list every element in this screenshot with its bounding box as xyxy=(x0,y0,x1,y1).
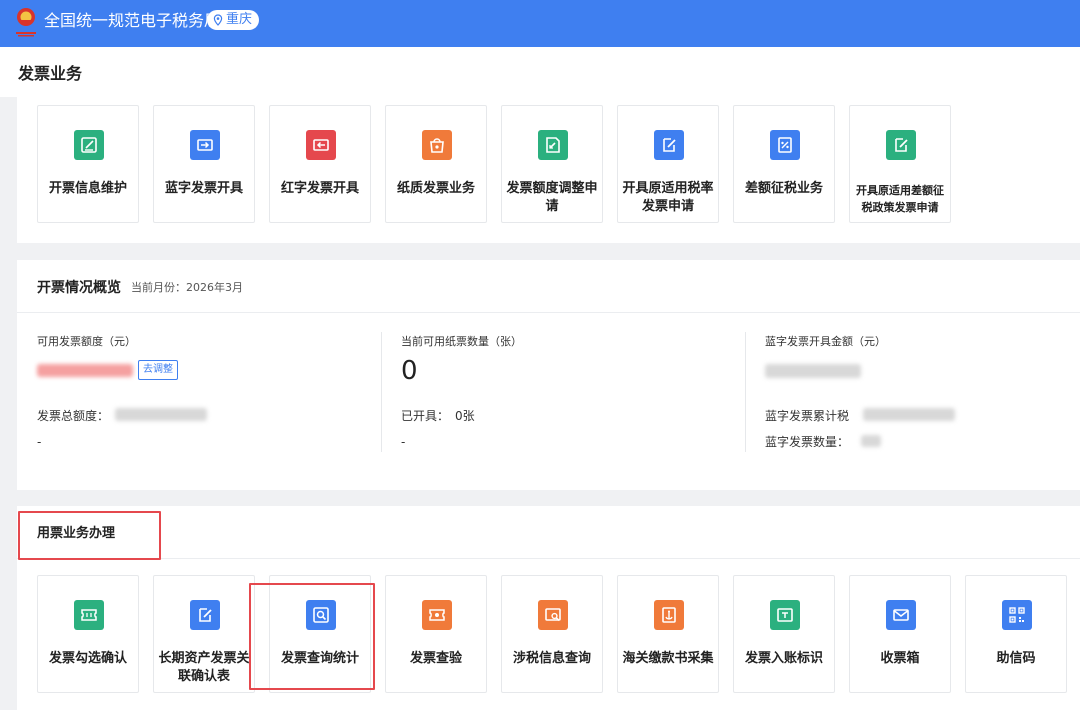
business-divider xyxy=(17,558,1080,559)
tile-label: 红字发票开具 xyxy=(280,181,359,196)
tile-label: 涉税信息查询 xyxy=(512,651,591,666)
paper-bag-icon xyxy=(422,130,452,160)
blue-tax-label: 蓝字发票累计税 xyxy=(765,409,850,423)
tile-tax-info-query[interactable]: 涉税信息查询 xyxy=(501,575,603,693)
tile-label: 纸质发票业务 xyxy=(396,181,475,196)
tile-label: 发票入账标识 xyxy=(744,651,823,666)
tile-label: 长期资产发票关联确认表 xyxy=(158,651,250,684)
tile-label: 开票信息维护 xyxy=(48,181,127,196)
blue-count-label: 蓝字发票数量： xyxy=(765,435,850,449)
tile-red-invoice-issue[interactable]: 红字发票开具 xyxy=(269,105,371,223)
overview-month: 当前月份：2026年3月 xyxy=(131,281,243,294)
paper-count-label: 当前可用纸票数量（张） xyxy=(401,335,522,348)
overview-divider xyxy=(17,312,1080,313)
adjust-button[interactable]: 去调整 xyxy=(138,360,178,380)
tile-trust-code[interactable]: 助信码 xyxy=(965,575,1067,693)
tile-blue-invoice-issue[interactable]: 蓝字发票开具 xyxy=(153,105,255,223)
quota-doc-icon xyxy=(538,130,568,160)
tile-invoice-mailbox[interactable]: 收票箱 xyxy=(849,575,951,693)
issued-label: 已开具： xyxy=(401,409,450,423)
available-quota-value-redacted xyxy=(37,364,133,377)
region-label: 重庆 xyxy=(226,12,253,27)
invoice-overview-panel: 开票情况概览 当前月份：2026年3月 可用发票额度（元） 去调整 发票总额度：… xyxy=(17,260,1080,490)
tile-label: 开具原适用差额征税政策发票申请 xyxy=(856,184,944,214)
tile-invoice-check-confirm[interactable]: 发票勾选确认 xyxy=(37,575,139,693)
location-pin-icon xyxy=(213,14,223,26)
issued-sub: - xyxy=(401,435,406,449)
tile-label: 助信码 xyxy=(996,651,1036,666)
top-bar: 全国统一规范电子税务局 重庆 xyxy=(0,0,1080,47)
tile-paper-invoice-business[interactable]: 纸质发票业务 xyxy=(385,105,487,223)
ticket-check-icon xyxy=(74,600,104,630)
highlight-box-query-stats xyxy=(249,583,375,690)
paper-count-value: 0 xyxy=(401,356,418,386)
tile-invoice-booking-mark[interactable]: 发票入账标识 xyxy=(733,575,835,693)
percent-doc-icon xyxy=(770,130,800,160)
overview-column-divider xyxy=(745,332,746,452)
available-quota-label: 可用发票额度（元） xyxy=(37,335,136,348)
highlight-box-business-title xyxy=(18,511,161,560)
pencil-note-icon xyxy=(886,130,916,160)
tile-label: 发票查验 xyxy=(409,651,462,666)
region-switcher[interactable]: 重庆 xyxy=(207,10,260,30)
blue-count-value-redacted xyxy=(861,435,881,447)
brand-title: 全国统一规范电子税务局 xyxy=(44,11,221,30)
tile-label: 开具原适用税率发票申请 xyxy=(622,181,714,214)
tile-customs-payment-collect[interactable]: 海关缴款书采集 xyxy=(617,575,719,693)
ledger-icon xyxy=(770,600,800,630)
arrow-ticket-icon xyxy=(190,130,220,160)
blue-amount-value-redacted xyxy=(765,364,861,378)
tile-label: 差额征税业务 xyxy=(744,181,823,196)
tile-label: 发票勾选确认 xyxy=(48,651,127,666)
pencil-note-icon xyxy=(654,130,684,160)
tile-original-tax-rate-invoice[interactable]: 开具原适用税率发票申请 xyxy=(617,105,719,223)
overview-title: 开票情况概览 xyxy=(37,280,121,296)
tile-original-differential-policy-invoice[interactable]: 开具原适用差额征税政策发票申请 xyxy=(849,105,951,223)
tile-invoice-info-maintenance[interactable]: 开票信息维护 xyxy=(37,105,139,223)
overview-column-divider xyxy=(381,332,382,452)
mail-icon xyxy=(886,600,916,630)
tile-label: 发票额度调整申请 xyxy=(506,181,598,214)
verify-ticket-icon xyxy=(422,600,452,630)
tile-invoice-quota-adjust[interactable]: 发票额度调整申请 xyxy=(501,105,603,223)
total-quota-sub: - xyxy=(37,435,42,449)
tile-differential-tax-business[interactable]: 差额征税业务 xyxy=(733,105,835,223)
blue-tax-value-redacted xyxy=(863,408,955,421)
return-ticket-icon xyxy=(306,130,336,160)
edit-icon xyxy=(74,130,104,160)
tile-label: 收票箱 xyxy=(880,651,920,666)
search-card-icon xyxy=(538,600,568,630)
pencil-note-icon xyxy=(190,600,220,630)
tile-label: 蓝字发票开具 xyxy=(164,181,243,196)
qr-code-icon xyxy=(1002,600,1032,630)
tile-invoice-verify[interactable]: 发票查验 xyxy=(385,575,487,693)
tile-label: 海关缴款书采集 xyxy=(622,651,714,666)
blue-amount-label: 蓝字发票开具金额（元） xyxy=(765,335,886,348)
page-title: 发票业务 xyxy=(18,64,83,83)
total-quota-label: 发票总额度： xyxy=(37,409,110,423)
tile-long-term-asset-invoice[interactable]: 长期资产发票关联确认表 xyxy=(153,575,255,693)
anchor-doc-icon xyxy=(654,600,684,630)
invoice-usage-panel: 用票业务办理 发票勾选确认 长期资产发票关联确认表 发票查询统计 发票查验 涉税信息查询… xyxy=(17,506,1080,710)
total-quota-value-redacted xyxy=(115,408,207,421)
issued-value: 0张 xyxy=(455,409,475,423)
invoice-business-panel: 开票信息维护 蓝字发票开具 红字发票开具 纸质发票业务 发票额度调整申请 开具原适用税率发… xyxy=(17,97,1080,243)
tax-emblem-icon xyxy=(16,8,36,37)
